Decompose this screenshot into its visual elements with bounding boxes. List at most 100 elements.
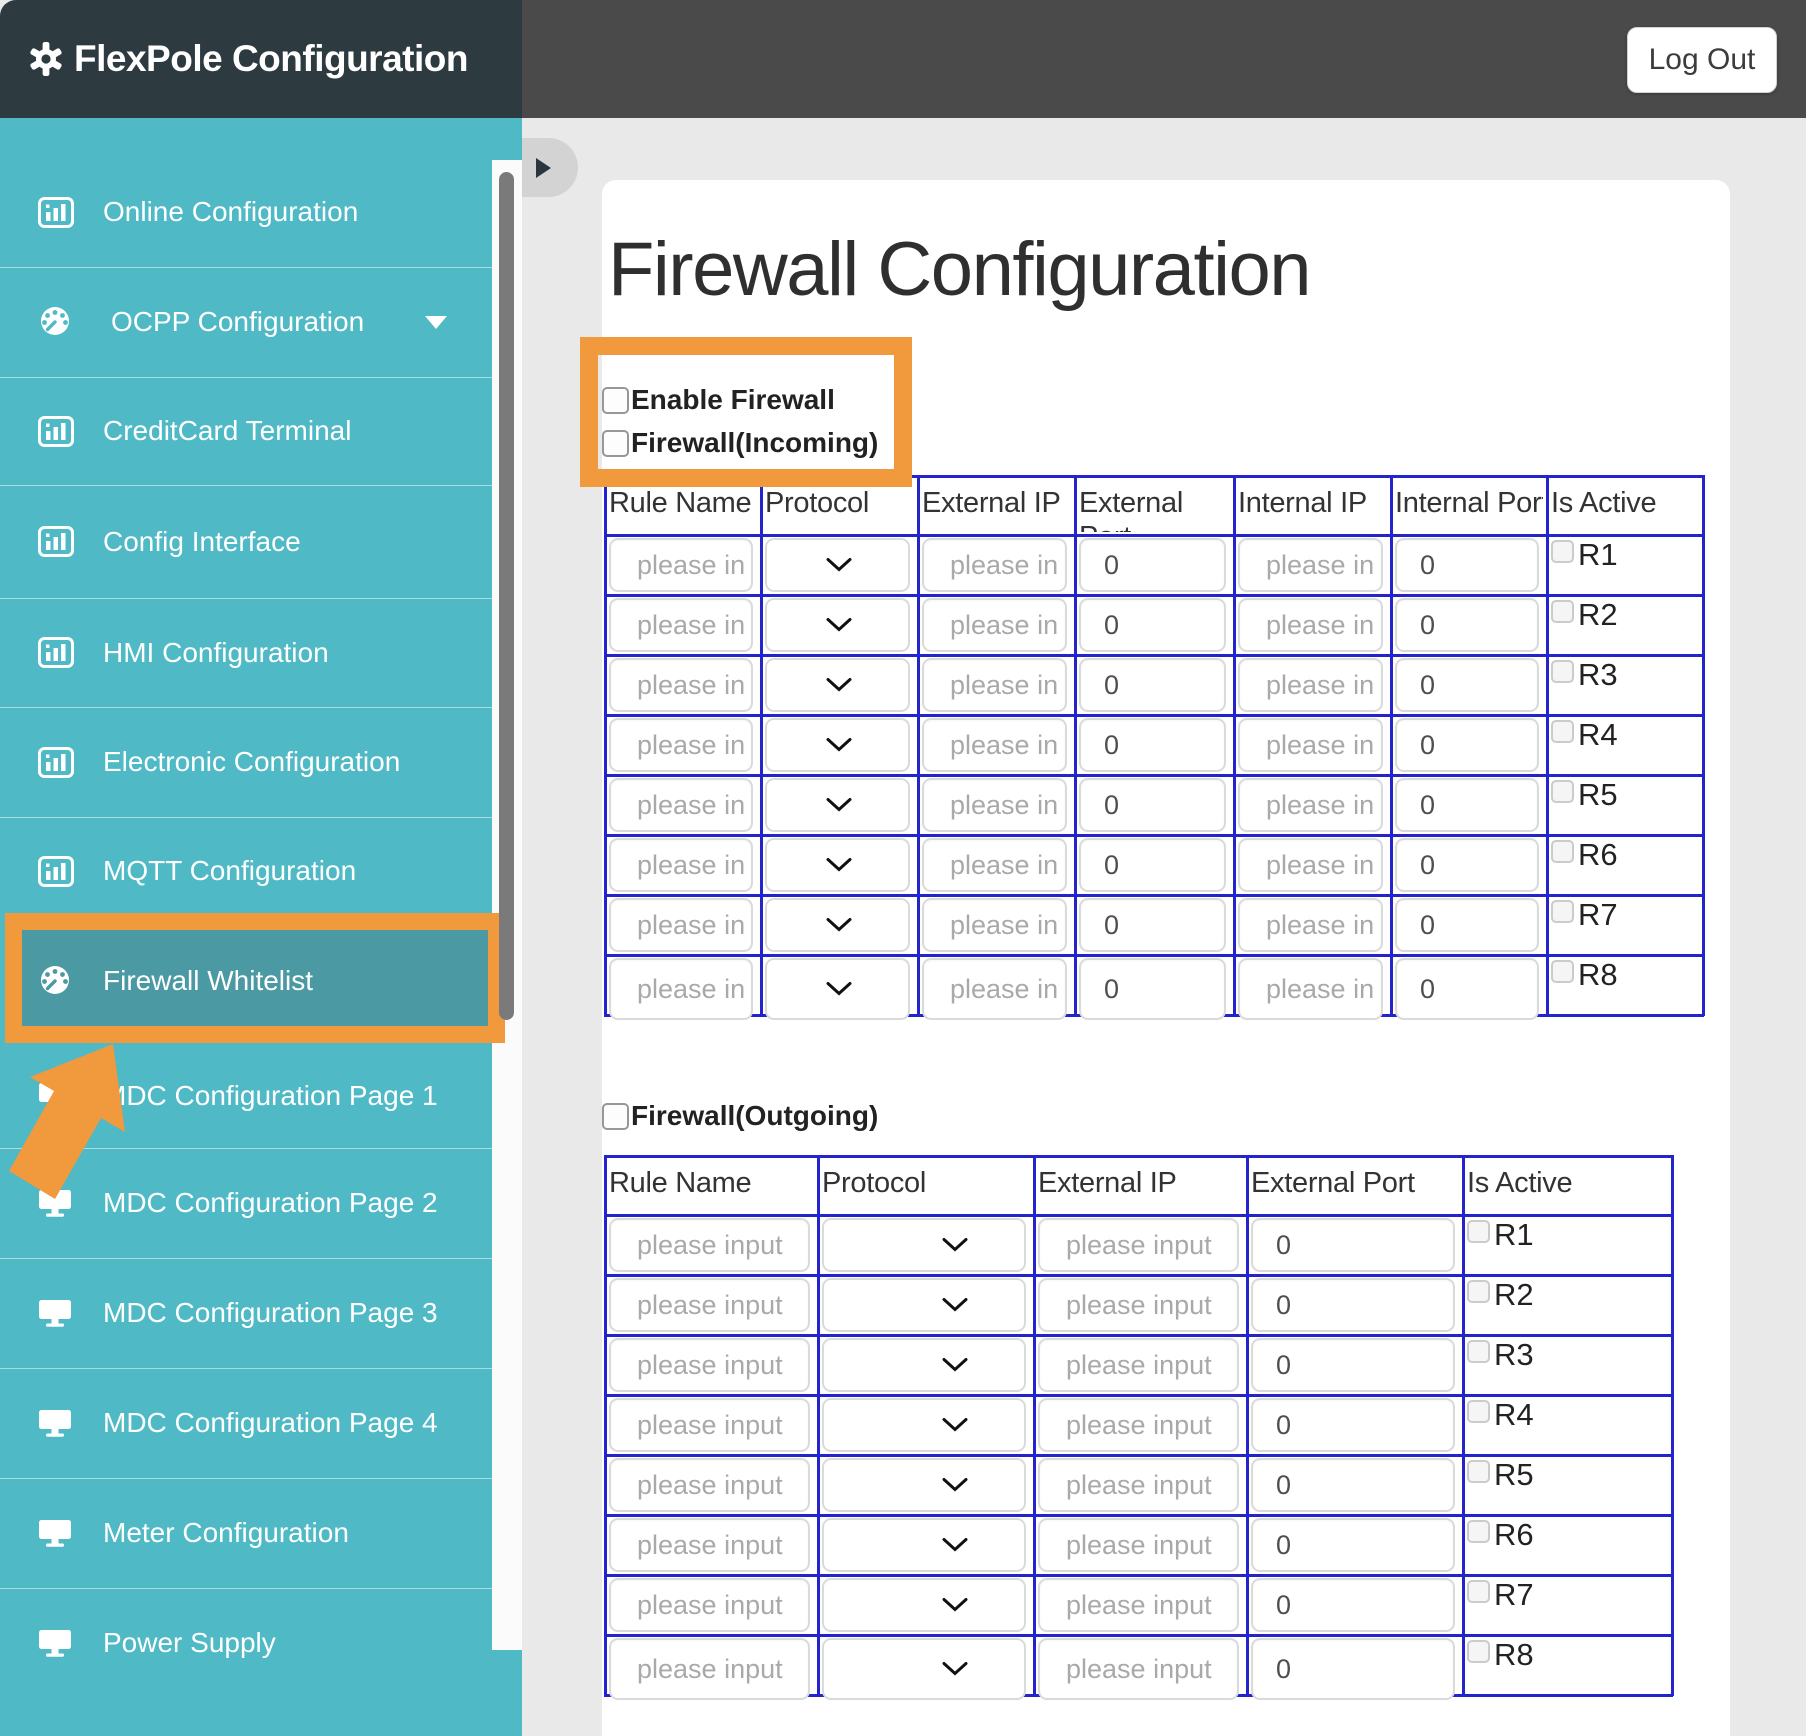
incoming-row5-is-active-checkbox[interactable] (1551, 780, 1574, 803)
incoming-row2-external-ip-input[interactable] (922, 598, 1067, 652)
incoming-row2-is-active-checkbox[interactable] (1551, 600, 1574, 623)
incoming-row6-internal-port-input[interactable] (1395, 838, 1539, 892)
incoming-row6-is-active-checkbox[interactable] (1551, 840, 1574, 863)
incoming-row5-protocol-select[interactable] (765, 778, 910, 832)
outgoing-row8-protocol-select[interactable] (822, 1638, 1026, 1700)
sidebar-item-mdc-configuration-page-1[interactable]: MDC Configuration Page 1 (0, 1043, 492, 1148)
incoming-row4-external-port-input[interactable] (1079, 718, 1226, 772)
incoming-row5-internal-ip-input[interactable] (1238, 778, 1383, 832)
incoming-row4-internal-port-input[interactable] (1395, 718, 1539, 772)
incoming-row7-protocol-select[interactable] (765, 898, 910, 952)
sidebar-item-ocpp-configuration[interactable]: OCPP Configuration (0, 267, 492, 377)
sidebar-item-power-supply[interactable]: Power Supply (0, 1588, 492, 1698)
incoming-row5-rule-name-input[interactable] (609, 778, 753, 832)
incoming-row2-rule-name-input[interactable] (609, 598, 753, 652)
incoming-row5-external-port-input[interactable] (1079, 778, 1226, 832)
outgoing-row5-rule-name-input[interactable] (609, 1458, 810, 1512)
outgoing-row3-protocol-select[interactable] (822, 1338, 1026, 1392)
sidebar-item-hmi-configuration[interactable]: HMI Configuration (0, 598, 492, 707)
sidebar-item-online-configuration[interactable]: Online Configuration (0, 157, 492, 267)
outgoing-row7-is-active-checkbox[interactable] (1467, 1580, 1490, 1603)
sidebar-item-config-interface[interactable]: Config Interface (0, 485, 492, 598)
incoming-row2-internal-port-input[interactable] (1395, 598, 1539, 652)
incoming-row6-internal-ip-input[interactable] (1238, 838, 1383, 892)
outgoing-row3-rule-name-input[interactable] (609, 1338, 810, 1392)
incoming-row7-internal-ip-input[interactable] (1238, 898, 1383, 952)
incoming-row7-internal-port-input[interactable] (1395, 898, 1539, 952)
sidebar-item-mdc-configuration-page-4[interactable]: MDC Configuration Page 4 (0, 1368, 492, 1478)
outgoing-row2-protocol-select[interactable] (822, 1278, 1026, 1332)
enable-firewall-checkbox[interactable] (602, 386, 629, 414)
incoming-row3-protocol-select[interactable] (765, 658, 910, 712)
firewall-outgoing-checkbox[interactable] (602, 1102, 629, 1130)
incoming-row1-external-ip-input[interactable] (922, 538, 1067, 592)
incoming-row1-internal-ip-input[interactable] (1238, 538, 1383, 592)
incoming-row1-protocol-select[interactable] (765, 538, 910, 592)
sidebar-scrollbar-thumb[interactable] (499, 172, 514, 1020)
incoming-row2-protocol-select[interactable] (765, 598, 910, 652)
outgoing-row2-rule-name-input[interactable] (609, 1278, 810, 1332)
outgoing-row3-external-port-input[interactable] (1251, 1338, 1455, 1392)
incoming-row3-rule-name-input[interactable] (609, 658, 753, 712)
outgoing-row4-protocol-select[interactable] (822, 1398, 1026, 1452)
outgoing-row4-external-ip-input[interactable] (1038, 1398, 1239, 1452)
incoming-row5-internal-port-input[interactable] (1395, 778, 1539, 832)
outgoing-row2-external-ip-input[interactable] (1038, 1278, 1239, 1332)
incoming-row8-rule-name-input[interactable] (609, 958, 753, 1020)
outgoing-row7-protocol-select[interactable] (822, 1578, 1026, 1632)
outgoing-row4-is-active-checkbox[interactable] (1467, 1400, 1490, 1423)
incoming-row4-is-active-checkbox[interactable] (1551, 720, 1574, 743)
incoming-row2-internal-ip-input[interactable] (1238, 598, 1383, 652)
incoming-row3-external-port-input[interactable] (1079, 658, 1226, 712)
outgoing-row7-external-port-input[interactable] (1251, 1578, 1455, 1632)
outgoing-row6-external-port-input[interactable] (1251, 1518, 1455, 1572)
incoming-row6-external-port-input[interactable] (1079, 838, 1226, 892)
sidebar-item-mqtt-configuration[interactable]: MQTT Configuration (0, 817, 492, 925)
incoming-row8-external-ip-input[interactable] (922, 958, 1067, 1020)
outgoing-row7-rule-name-input[interactable] (609, 1578, 810, 1632)
incoming-row5-external-ip-input[interactable] (922, 778, 1067, 832)
outgoing-row8-external-ip-input[interactable] (1038, 1638, 1239, 1700)
outgoing-row7-external-ip-input[interactable] (1038, 1578, 1239, 1632)
logout-button[interactable]: Log Out (1627, 27, 1777, 93)
sidebar-collapse-button[interactable] (522, 138, 578, 197)
incoming-row8-internal-port-input[interactable] (1395, 958, 1539, 1020)
incoming-row8-is-active-checkbox[interactable] (1551, 960, 1574, 983)
incoming-row3-external-ip-input[interactable] (922, 658, 1067, 712)
incoming-row7-rule-name-input[interactable] (609, 898, 753, 952)
outgoing-row1-is-active-checkbox[interactable] (1467, 1220, 1490, 1243)
outgoing-row8-external-port-input[interactable] (1251, 1638, 1455, 1700)
sidebar-item-creditcard-terminal[interactable]: CreditCard Terminal (0, 377, 492, 485)
outgoing-row4-external-port-input[interactable] (1251, 1398, 1455, 1452)
outgoing-row5-external-ip-input[interactable] (1038, 1458, 1239, 1512)
incoming-row3-internal-port-input[interactable] (1395, 658, 1539, 712)
outgoing-row6-external-ip-input[interactable] (1038, 1518, 1239, 1572)
incoming-row8-protocol-select[interactable] (765, 958, 910, 1020)
outgoing-row1-rule-name-input[interactable] (609, 1218, 810, 1272)
incoming-row1-is-active-checkbox[interactable] (1551, 540, 1574, 563)
incoming-row1-internal-port-input[interactable] (1395, 538, 1539, 592)
incoming-row6-rule-name-input[interactable] (609, 838, 753, 892)
outgoing-row6-rule-name-input[interactable] (609, 1518, 810, 1572)
outgoing-row1-external-port-input[interactable] (1251, 1218, 1455, 1272)
outgoing-row6-is-active-checkbox[interactable] (1467, 1520, 1490, 1543)
incoming-row7-external-ip-input[interactable] (922, 898, 1067, 952)
outgoing-row5-external-port-input[interactable] (1251, 1458, 1455, 1512)
outgoing-row8-is-active-checkbox[interactable] (1467, 1640, 1490, 1663)
incoming-row4-protocol-select[interactable] (765, 718, 910, 772)
incoming-row8-internal-ip-input[interactable] (1238, 958, 1383, 1020)
outgoing-row3-external-ip-input[interactable] (1038, 1338, 1239, 1392)
incoming-row2-external-port-input[interactable] (1079, 598, 1226, 652)
incoming-row6-external-ip-input[interactable] (922, 838, 1067, 892)
incoming-row8-external-port-input[interactable] (1079, 958, 1226, 1020)
outgoing-row1-external-ip-input[interactable] (1038, 1218, 1239, 1272)
incoming-row7-is-active-checkbox[interactable] (1551, 900, 1574, 923)
outgoing-row4-rule-name-input[interactable] (609, 1398, 810, 1452)
outgoing-row5-is-active-checkbox[interactable] (1467, 1460, 1490, 1483)
incoming-row6-protocol-select[interactable] (765, 838, 910, 892)
outgoing-row6-protocol-select[interactable] (822, 1518, 1026, 1572)
sidebar-item-mdc-configuration-page-2[interactable]: MDC Configuration Page 2 (0, 1148, 492, 1258)
sidebar-item-firewall-whitelist[interactable]: Firewall Whitelist (0, 930, 492, 1032)
sidebar-item-mdc-configuration-page-3[interactable]: MDC Configuration Page 3 (0, 1258, 492, 1368)
firewall-incoming-checkbox[interactable] (602, 429, 629, 457)
